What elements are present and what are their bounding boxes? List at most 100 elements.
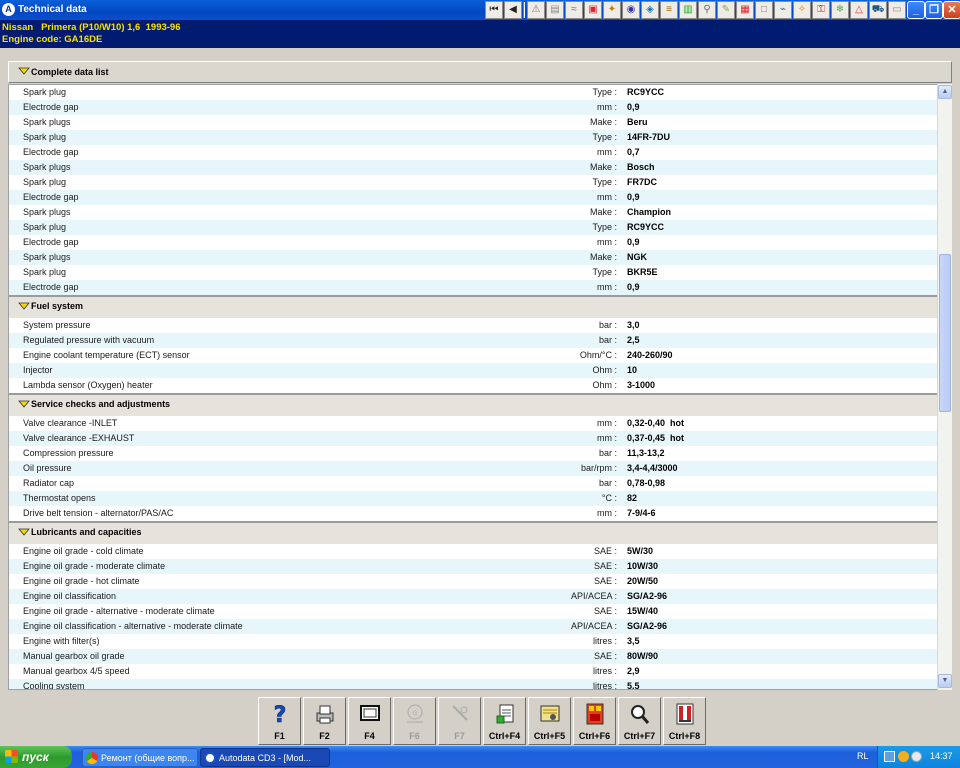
data-row[interactable]: Electrode gap mm : 0,9: [9, 190, 937, 205]
fkey-label: Ctrl+F5: [533, 731, 566, 741]
data-row[interactable]: Engine coolant temperature (ECT) sensor O…: [9, 348, 937, 363]
close-icon[interactable]: ✕: [943, 1, 960, 19]
first-record-icon[interactable]: ⏮: [485, 1, 503, 19]
section-header[interactable]: Fuel system: [9, 295, 937, 318]
parameter-unit: Ohm/°C :: [579, 350, 617, 360]
gauge-icon[interactable]: ◈: [641, 1, 659, 19]
engine-code: Engine code: GA16DE: [2, 34, 103, 45]
data-row[interactable]: Engine oil grade - hot climate SAE : 20W/5…: [9, 574, 937, 589]
document-icon[interactable]: ▤: [546, 1, 564, 19]
data-row[interactable]: Spark plugs Make : Champion: [9, 205, 937, 220]
data-row[interactable]: Electrode gap mm : 0,7: [9, 145, 937, 160]
scroll-thumb[interactable]: [939, 254, 951, 412]
data-row[interactable]: Thermostat opens °C : 82: [9, 491, 937, 506]
data-row[interactable]: Electrode gap mm : 0,9: [9, 280, 937, 295]
data-row[interactable]: Spark plug Type : FR7DC: [9, 175, 937, 190]
data-row[interactable]: Engine oil grade - moderate climate SAE :…: [9, 559, 937, 574]
key-icon[interactable]: ⚿: [812, 1, 830, 19]
data-row[interactable]: Regulated pressure with vacuum bar : 2,5: [9, 333, 937, 348]
car-icon[interactable]: ⛟: [869, 1, 887, 19]
fkey-button-ctrl-f7[interactable]: Ctrl+F7: [618, 697, 661, 745]
parameter-name: Cooling system: [23, 681, 85, 690]
restore-icon[interactable]: ❐: [925, 1, 943, 19]
data-row[interactable]: Injector Ohm : 10: [9, 363, 937, 378]
fkey-button-f7[interactable]: F7: [438, 697, 481, 745]
parameter-value: 15W/40: [627, 606, 659, 616]
data-row[interactable]: Engine with filter(s) litres : 3,5: [9, 634, 937, 649]
data-row[interactable]: Engine oil classification API/ACEA : SG/A2…: [9, 589, 937, 604]
data-row[interactable]: Manual gearbox 4/5 speed litres : 2,9: [9, 664, 937, 679]
data-row[interactable]: Spark plugs Make : NGK: [9, 250, 937, 265]
fkey-button-ctrl-f8[interactable]: Ctrl+F8: [663, 697, 706, 745]
parameter-value: SG/A2-96: [627, 591, 668, 601]
spanner-icon[interactable]: ✎: [717, 1, 735, 19]
parameter-name: Drive belt tension - alternator/PAS/AC: [23, 508, 174, 518]
belt-icon[interactable]: ≡: [660, 1, 678, 19]
data-row[interactable]: Compression pressure bar : 11,3-13,2: [9, 446, 937, 461]
parameter-name: Electrode gap: [23, 192, 79, 202]
data-row[interactable]: Valve clearance -EXHAUST mm : 0,37-0,45 ho…: [9, 431, 937, 446]
clock[interactable]: 14:37: [930, 751, 953, 761]
svg-text:G: G: [413, 711, 418, 717]
airbag-icon[interactable]: △: [850, 1, 868, 19]
data-row[interactable]: Spark plug Type : RC9YCC: [9, 85, 937, 100]
data-row[interactable]: Spark plug Type : BKR5E: [9, 265, 937, 280]
data-row[interactable]: Engine oil grade - alternative - moderat…: [9, 604, 937, 619]
camshaft-icon[interactable]: ≈: [565, 1, 583, 19]
scroll-up-icon[interactable]: ▲: [938, 85, 952, 99]
previous-record-icon[interactable]: ◀: [504, 1, 522, 19]
fkey-button-f6[interactable]: G F6: [393, 697, 436, 745]
data-row[interactable]: Lambda sensor (Oxygen) heater Ohm : 3-1000: [9, 378, 937, 393]
data-row[interactable]: Radiator cap bar : 0,78-0,98: [9, 476, 937, 491]
fkey-button-f2[interactable]: F2: [303, 697, 346, 745]
wiring-icon[interactable]: ⌁: [774, 1, 792, 19]
tray-app-icon[interactable]: [898, 751, 909, 762]
section-header-complete-data-list[interactable]: Complete data list: [8, 61, 952, 83]
wheel-icon[interactable]: ◉: [622, 1, 640, 19]
taskbar-item-browser[interactable]: Ремонт (общие вопр...: [82, 748, 198, 767]
data-row[interactable]: Spark plug Type : RC9YCC: [9, 220, 937, 235]
fkey-button-f1[interactable]: ? F1: [258, 697, 301, 745]
parameter-unit: Type :: [592, 132, 617, 142]
fkey-button-f4[interactable]: F4: [348, 697, 391, 745]
section-header[interactable]: Lubricants and capacities: [9, 521, 937, 544]
data-row[interactable]: Cooling system litres : 5,5: [9, 679, 937, 690]
torque-icon[interactable]: ⚲: [698, 1, 716, 19]
volume-icon[interactable]: [911, 751, 922, 762]
parameter-name: Lambda sensor (Oxygen) heater: [23, 380, 153, 390]
minimize-icon[interactable]: _: [907, 1, 925, 19]
data-row[interactable]: Engine oil classification - alternative …: [9, 619, 937, 634]
service-icon[interactable]: ✧: [793, 1, 811, 19]
data-row[interactable]: System pressure bar : 3,0: [9, 318, 937, 333]
data-row[interactable]: Manual gearbox oil grade SAE : 80W/90: [9, 649, 937, 664]
data-row[interactable]: Valve clearance -INLET mm : 0,32-0,40 hot: [9, 416, 937, 431]
fkey-button-ctrl-f5[interactable]: Ctrl+F5: [528, 697, 571, 745]
network-icon[interactable]: [884, 751, 895, 762]
parameter-value: 10W/30: [627, 561, 659, 571]
language-indicator[interactable]: RL: [857, 751, 869, 761]
data-row[interactable]: Drive belt tension - alternator/PAS/AC mm…: [9, 506, 937, 521]
vertical-scrollbar[interactable]: ▲ ▼: [937, 84, 952, 690]
climate-icon[interactable]: ❄: [831, 1, 849, 19]
blank-page-icon[interactable]: □: [755, 1, 773, 19]
scroll-down-icon[interactable]: ▼: [938, 674, 952, 688]
fkey-button-ctrl-f6[interactable]: Ctrl+F6: [573, 697, 616, 745]
battery-icon[interactable]: ▦: [736, 1, 754, 19]
data-row[interactable]: Electrode gap mm : 0,9: [9, 235, 937, 250]
start-button[interactable]: пуск: [0, 746, 72, 768]
data-row[interactable]: Electrode gap mm : 0,9: [9, 100, 937, 115]
ignition-icon[interactable]: ✦: [603, 1, 621, 19]
fkey-button-ctrl-f4[interactable]: Ctrl+F4: [483, 697, 526, 745]
book-icon[interactable]: ▥: [679, 1, 697, 19]
data-row[interactable]: Spark plugs Make : Bosch: [9, 160, 937, 175]
engine-icon[interactable]: ▣: [584, 1, 602, 19]
section-header[interactable]: Service checks and adjustments: [9, 393, 937, 416]
info-page-icon[interactable]: ▭: [888, 1, 906, 19]
data-list[interactable]: Spark plug Type : RC9YCC Electrode gap mm : 0…: [8, 84, 952, 690]
data-row[interactable]: Engine oil grade - cold climate SAE : 5W/3…: [9, 544, 937, 559]
data-row[interactable]: Oil pressure bar/rpm : 3,4-4,4/3000: [9, 461, 937, 476]
taskbar-item-autodata[interactable]: Autodata CD3 - [Mod...: [200, 748, 330, 767]
warning-triangle-icon[interactable]: ⚠: [527, 1, 545, 19]
data-row[interactable]: Spark plug Type : 14FR-7DU: [9, 130, 937, 145]
data-row[interactable]: Spark plugs Make : Beru: [9, 115, 937, 130]
